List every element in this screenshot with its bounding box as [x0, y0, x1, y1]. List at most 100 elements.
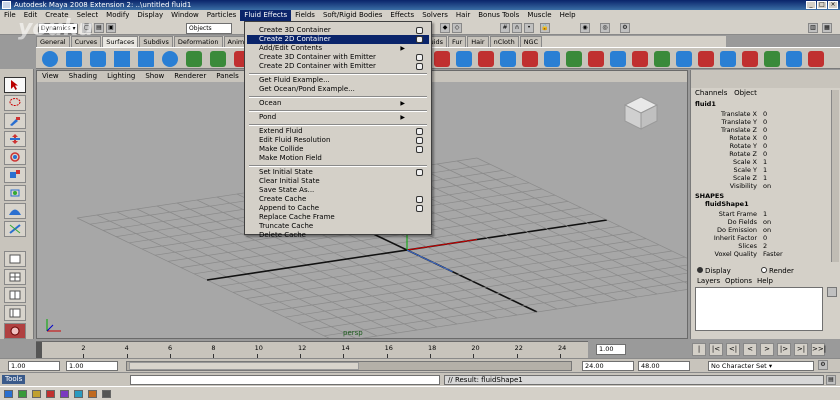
menu-bonus-tools[interactable]: Bonus Tools — [474, 10, 523, 21]
step-forward-key-button[interactable]: |> — [777, 343, 791, 356]
go-to-end-button[interactable]: >>| — [811, 343, 826, 356]
menu-item-make-collide[interactable]: Make Collide — [247, 145, 429, 154]
menu-effects[interactable]: Effects — [386, 10, 418, 21]
channel-translate-x[interactable]: Translate X 0 — [691, 110, 831, 118]
shelf-wire-icon[interactable] — [676, 51, 692, 67]
current-frame-field[interactable]: 1.00 — [596, 344, 626, 355]
shelf-bend-icon[interactable] — [720, 51, 736, 67]
lock-icon[interactable]: 🔒 — [540, 23, 550, 33]
option-box-icon[interactable] — [416, 146, 423, 153]
channel-value[interactable]: 0 — [761, 134, 821, 142]
menu-fields[interactable]: Fields — [291, 10, 319, 21]
taskbar-app-icon[interactable] — [88, 390, 97, 398]
help-menu[interactable]: Help — [757, 277, 773, 285]
shelf-cluster-icon[interactable] — [654, 51, 670, 67]
shelf-twist-icon[interactable] — [786, 51, 802, 67]
shelf-cube-icon[interactable] — [66, 51, 82, 67]
channel-value[interactable]: on — [761, 218, 821, 226]
shelf-nurbs-extend-icon[interactable] — [434, 51, 450, 67]
channel-rotate-x[interactable]: Rotate X 0 — [691, 134, 831, 142]
menu-help[interactable]: Help — [556, 10, 580, 21]
shelf-deformer-icon[interactable] — [522, 51, 538, 67]
menu-item-ocean[interactable]: Ocean ▶ — [247, 99, 429, 108]
channels-menu[interactable]: Channels — [695, 89, 727, 97]
shelf-tab-fur[interactable]: Fur — [448, 36, 467, 47]
menu-item-set-initial-state[interactable]: Set Initial State — [247, 168, 429, 177]
channel-scale-z[interactable]: Scale Z 1 — [691, 174, 831, 182]
channel-value[interactable]: Faster — [761, 250, 821, 258]
shelf-constraint-icon[interactable] — [500, 51, 516, 67]
playback-start-field[interactable]: 1.00 — [66, 361, 118, 371]
select-by-object-icon[interactable]: ◇ — [452, 23, 462, 33]
channel-scale-x[interactable]: Scale X 1 — [691, 158, 831, 166]
end-time-field[interactable]: 48.00 — [638, 361, 690, 371]
save-scene-icon[interactable]: ▣ — [106, 23, 116, 33]
channel-visibility[interactable]: Visibility on — [691, 182, 831, 190]
move-tool[interactable] — [4, 131, 26, 147]
layer-list[interactable] — [695, 287, 823, 331]
snap-curve-icon[interactable]: ∩ — [512, 23, 522, 33]
panel-menu-view[interactable]: View — [37, 71, 64, 82]
option-box-icon[interactable] — [416, 205, 423, 212]
snap-point-icon[interactable]: • — [524, 23, 534, 33]
character-set-dropdown[interactable]: No Character Set ▾ — [708, 361, 814, 371]
menu-fluid-effects[interactable]: Fluid Effects — [240, 10, 292, 21]
go-to-start-button[interactable]: |<< — [692, 343, 706, 364]
channel-do-fields[interactable]: Do Fields on — [691, 218, 831, 226]
toggle-attribute-editor-icon[interactable]: ▦ — [822, 23, 832, 33]
menu-item-create-2d-container-with-emitter[interactable]: Create 2D Container with Emitter — [247, 62, 429, 71]
menu-item-clear-initial-state[interactable]: Clear Initial State — [247, 177, 429, 186]
shelf-tab-surfaces[interactable]: Surfaces — [102, 36, 139, 47]
channel-value[interactable]: 0 — [761, 126, 821, 134]
shelf-tab-curves[interactable]: Curves — [70, 36, 102, 47]
menu-window[interactable]: Window — [167, 10, 203, 21]
channel-scale-y[interactable]: Scale Y 1 — [691, 166, 831, 174]
minimize-button[interactable]: _ — [806, 1, 816, 9]
shelf-ik-handle-icon[interactable] — [544, 51, 560, 67]
shelf-lattice-icon[interactable] — [632, 51, 648, 67]
two-pane-layout[interactable] — [4, 287, 26, 303]
paint-select-tool[interactable] — [4, 113, 26, 129]
channel-value[interactable]: 0 — [761, 234, 821, 242]
option-box-icon[interactable] — [416, 196, 423, 203]
start-time-field[interactable]: 1.00 — [8, 361, 60, 371]
shelf-cone-icon[interactable] — [114, 51, 130, 67]
toggle-channel-box-icon[interactable]: ▥ — [808, 23, 818, 33]
menu-item-make-motion-field[interactable]: Make Motion Field — [247, 154, 429, 163]
soft-modification-tool[interactable] — [4, 203, 26, 219]
channel-rotate-z[interactable]: Rotate Z 0 — [691, 150, 831, 158]
shelf-torus-icon[interactable] — [162, 51, 178, 67]
shelf-tab-deformation[interactable]: Deformation — [173, 36, 223, 47]
menu-solvers[interactable]: Solvers — [418, 10, 452, 21]
shelf-sine-icon[interactable] — [764, 51, 780, 67]
step-back-key-button[interactable]: <| — [726, 343, 740, 356]
menu-item-pond[interactable]: Pond ▶ — [247, 113, 429, 122]
channel-box-scrollbar[interactable] — [831, 90, 839, 262]
menu-display[interactable]: Display — [133, 10, 167, 21]
render-settings-icon[interactable]: ⚙ — [620, 23, 630, 33]
channel-value[interactable]: 2 — [761, 242, 821, 250]
current-time-marker[interactable] — [36, 342, 42, 358]
channel-value[interactable]: 1 — [761, 158, 821, 166]
render-layer-radio[interactable]: Render — [761, 267, 794, 275]
option-box-icon[interactable] — [416, 54, 423, 61]
menu-particles[interactable]: Particles — [203, 10, 241, 21]
single-pane-layout[interactable] — [4, 251, 26, 267]
maximize-button[interactable]: □ — [817, 1, 827, 9]
close-button[interactable]: × — [828, 1, 838, 9]
menu-edit[interactable]: Edit — [20, 10, 42, 21]
play-forwards-button[interactable]: > — [760, 343, 774, 356]
shelf-sculpt-icon[interactable] — [698, 51, 714, 67]
selection-mode-dropdown[interactable]: Objects — [186, 23, 232, 34]
menu-item-add-edit-contents[interactable]: Add/Edit Contents ▶ — [247, 44, 429, 53]
channel-value[interactable]: 1 — [761, 174, 821, 182]
universal-manipulator-tool[interactable] — [4, 185, 26, 201]
menu-item-edit-fluid-resolution[interactable]: Edit Fluid Resolution — [247, 136, 429, 145]
channel-value[interactable]: 0 — [761, 118, 821, 126]
option-box-icon[interactable] — [416, 128, 423, 135]
shelf-tab-subdivs[interactable]: Subdivs — [139, 36, 173, 47]
new-scene-icon[interactable]: ▢ — [82, 23, 92, 33]
time-slider[interactable]: 2 4 6 8 10 12 14 16 18 20 22 24 — [36, 341, 588, 358]
shelf-joint-icon[interactable] — [566, 51, 582, 67]
snap-grid-icon[interactable]: # — [500, 23, 510, 33]
